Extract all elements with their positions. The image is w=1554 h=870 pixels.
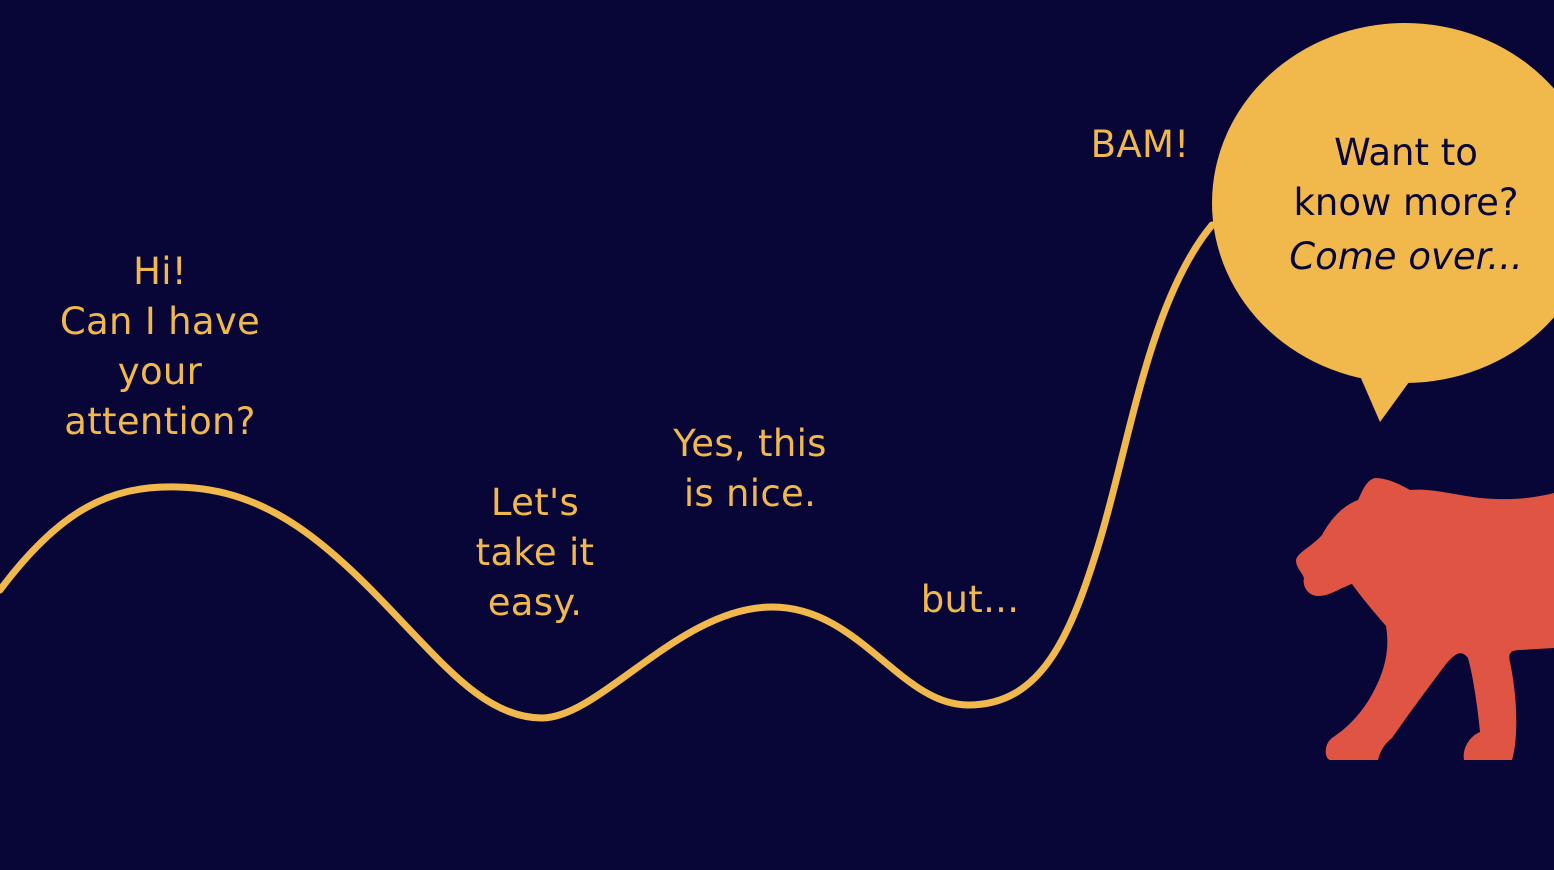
label-take-it-easy: Let's take it easy. [475,481,595,624]
speech-bubble-text: Want to know more? Come over... [1264,128,1548,286]
bubble-line-2: know more? [1293,181,1519,224]
tiger-icon [1296,478,1554,760]
label-hi-attention: Hi! Can I have your attention? [59,250,261,443]
bubble-line-3: Come over... [1289,235,1523,278]
label-bam: BAM! [1090,123,1190,166]
bubble-line-1: Want to [1334,131,1478,174]
label-but: but... [920,578,1020,621]
label-this-is-nice: Yes, this is nice. [673,422,827,515]
